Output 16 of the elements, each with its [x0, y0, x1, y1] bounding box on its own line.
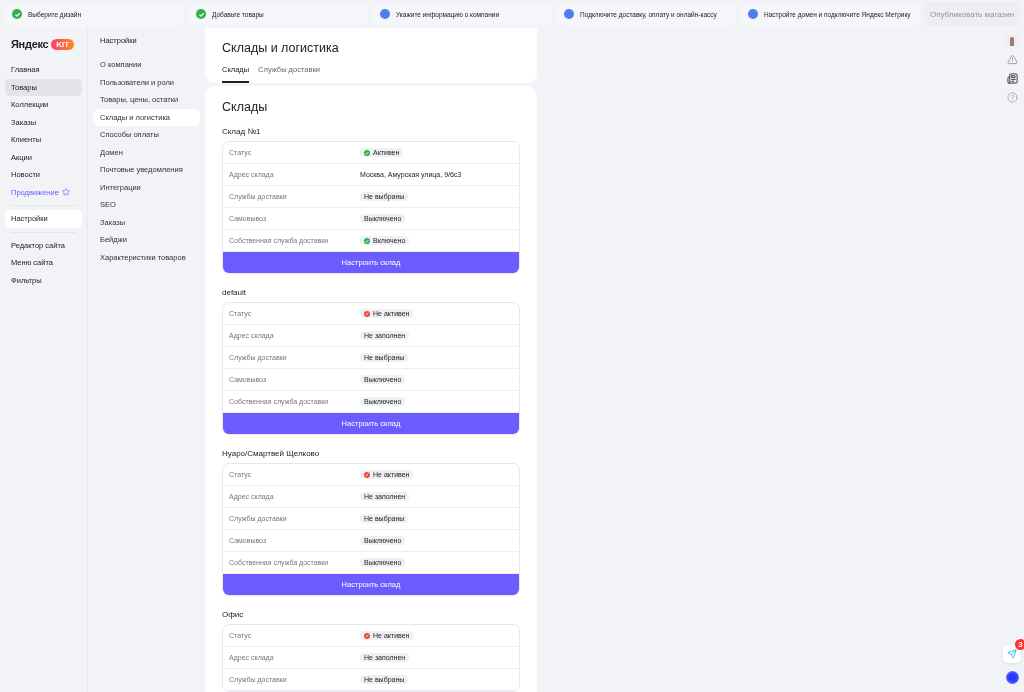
warehouse-name: Склад №1: [222, 127, 262, 136]
news-icon[interactable]: [1006, 73, 1018, 84]
assistant-orb-icon[interactable]: [1005, 671, 1019, 684]
logo-badge: KIT: [51, 38, 75, 50]
star-icon: [61, 188, 70, 197]
section-title: Склады: [222, 100, 269, 114]
avatar-icon[interactable]: [1006, 34, 1018, 46]
page-title: Склады и логистика: [222, 41, 340, 55]
chat-button[interactable]: [1003, 645, 1021, 663]
notification-badge: 3: [1015, 639, 1024, 650]
logo-text: Яндекс: [11, 38, 49, 50]
warehouse-name: Нуаро/Смартвей Щелково: [222, 449, 321, 458]
send-icon: [1007, 649, 1017, 659]
warehouse-name: default: [222, 288, 248, 297]
warning-icon[interactable]: [1006, 54, 1018, 65]
warehouse-name: Офис: [222, 610, 245, 619]
